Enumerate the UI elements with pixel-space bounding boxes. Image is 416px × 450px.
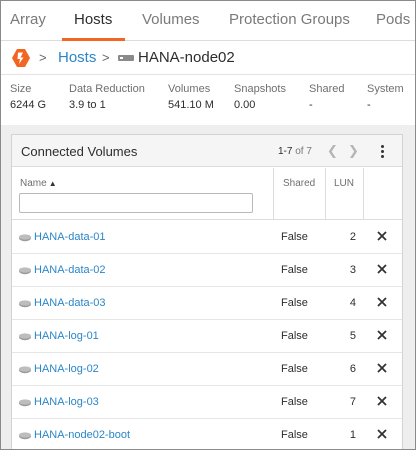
main-tabs: Array Hosts Volumes Protection Groups Po… [1,1,415,41]
stat-data-reduction: Data Reduction 3.9 to 1 [69,83,145,111]
host-icon [118,55,134,61]
stat-volumes: Volumes 541.10 M [168,83,214,111]
volume-lun: 3 [349,264,356,276]
volume-shared: False [281,330,308,342]
table-row: HANA-node02-boot False 1 [12,419,402,449]
stat-label: Shared [309,83,345,95]
remove-icon[interactable] [376,329,388,341]
breadcrumb-current-host: HANA-node02 [138,49,235,66]
host-detail-window: Array Hosts Volumes Protection Groups Po… [0,0,416,450]
table-row: HANA-data-01 False 2 [12,221,402,254]
column-divider [273,168,274,220]
stat-value: 541.10 M [168,99,214,111]
pagination-range: 1-7 [278,146,293,157]
table-row: HANA-data-03 False 4 [12,287,402,320]
volume-name-link[interactable]: HANA-log-02 [34,363,99,375]
volume-lun: 4 [349,297,356,309]
stat-label: Snapshots [234,83,286,95]
breadcrumb: > Hosts > HANA-node02 [1,42,415,75]
remove-icon[interactable] [376,395,388,407]
column-divider [363,168,364,220]
panel-header: Connected Volumes 1-7 of 7 ❮ ❯ [12,135,402,167]
table-row: HANA-log-03 False 7 [12,386,402,419]
volume-lun: 1 [349,429,356,441]
column-header-name[interactable]: Name ▲ [20,178,57,189]
volume-lun: 5 [349,330,356,342]
volume-icon [19,333,31,341]
volume-shared: False [281,396,308,408]
volume-icon [19,366,31,374]
stat-label: Volumes [168,83,211,95]
volume-lun: 6 [349,363,356,375]
volume-lun: 7 [349,396,356,408]
breadcrumb-separator: > [102,50,110,65]
tab-array[interactable]: Array [10,11,46,28]
host-stats: Size 6244 G Data Reduction 3.9 to 1 Volu… [1,75,415,123]
pagination-total: of 7 [295,146,312,157]
active-tab-indicator [62,38,125,41]
volume-shared: False [281,363,308,375]
column-header-shared[interactable]: Shared [283,178,315,189]
remove-icon[interactable] [376,230,388,242]
volume-shared: False [281,264,308,276]
volume-name-link[interactable]: HANA-data-01 [34,231,106,243]
more-options-icon[interactable] [378,144,386,160]
pure-storage-logo-icon [12,49,30,67]
remove-icon[interactable] [376,428,388,440]
volume-name-link[interactable]: HANA-node02-boot [34,429,130,441]
volume-name-link[interactable]: HANA-log-01 [34,330,99,342]
volume-shared: False [281,297,308,309]
previous-page-icon[interactable]: ❮ [327,143,338,159]
tab-hosts[interactable]: Hosts [74,11,112,28]
stat-snapshots: Snapshots 0.00 [234,83,286,111]
table-header: Name ▲ Shared LUN [12,168,402,220]
volume-name-link[interactable]: HANA-data-03 [34,297,106,309]
volume-icon [19,399,31,407]
tab-protection-groups[interactable]: Protection Groups [229,11,350,28]
volume-lun: 2 [349,231,356,243]
pagination-label: 1-7 of 7 [278,146,312,157]
column-header-lun[interactable]: LUN [334,178,354,189]
volume-name-link[interactable]: HANA-log-03 [34,396,99,408]
stat-label: Size [10,83,32,95]
sort-ascending-icon: ▲ [48,179,57,188]
volume-icon [19,300,31,308]
breadcrumb-hosts-link[interactable]: Hosts [58,49,96,66]
volume-shared: False [281,231,308,243]
stat-system: System - [367,83,404,111]
stat-label: System [367,83,404,95]
stat-size: Size 6244 G [10,83,46,111]
column-divider [325,168,326,220]
panel-title: Connected Volumes [21,144,138,159]
column-header-name-label: Name [20,178,47,189]
volume-shared: False [281,429,308,441]
volume-icon [19,267,31,275]
volume-icon [19,234,31,242]
tab-volumes[interactable]: Volumes [142,11,200,28]
table-row: HANA-log-01 False 5 [12,320,402,353]
stat-value: 3.9 to 1 [69,99,106,111]
stat-value: 6244 G [10,99,47,111]
table-row: HANA-data-02 False 3 [12,254,402,287]
remove-icon[interactable] [376,263,388,275]
stat-value: 0.00 [234,99,256,111]
remove-icon[interactable] [376,362,388,374]
stat-label: Data Reduction [69,83,145,95]
connected-volumes-panel: Connected Volumes 1-7 of 7 ❮ ❯ Name ▲ Sha… [11,134,403,449]
name-filter-input[interactable] [19,193,253,213]
stat-shared: Shared - [309,83,344,111]
stat-value: - [309,99,313,111]
table-row: HANA-log-02 False 6 [12,353,402,386]
volume-icon [19,432,31,440]
breadcrumb-separator: > [39,50,47,65]
tab-pods[interactable]: Pods [376,11,410,28]
next-page-icon[interactable]: ❯ [348,143,359,159]
stat-value: - [367,99,371,111]
remove-icon[interactable] [376,296,388,308]
volume-name-link[interactable]: HANA-data-02 [34,264,106,276]
